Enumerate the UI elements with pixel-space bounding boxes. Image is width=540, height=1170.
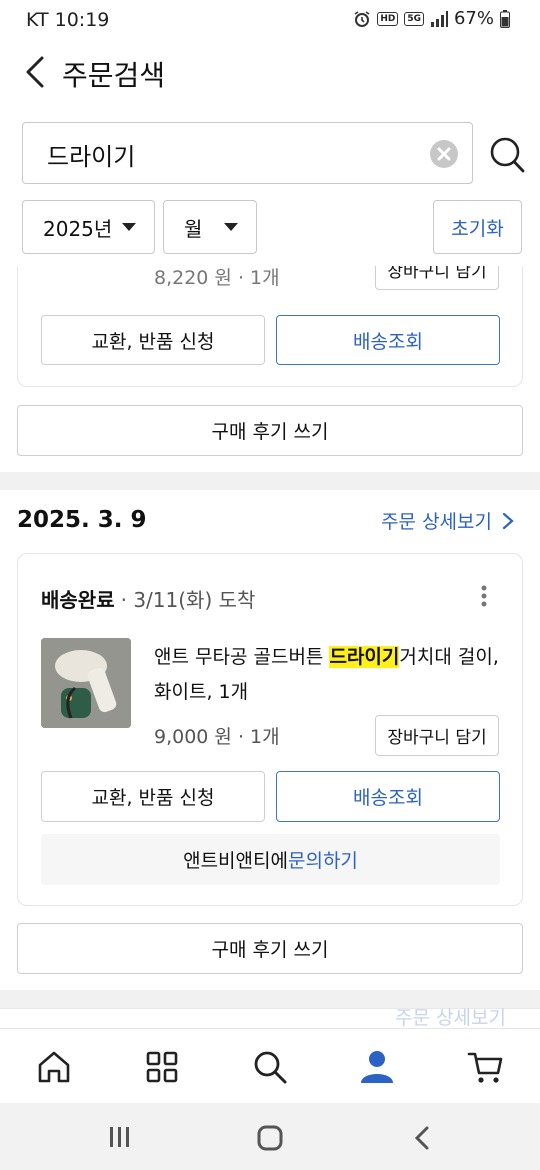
product-thumbnail[interactable] xyxy=(41,638,131,728)
battery-percent: 67% xyxy=(453,8,494,29)
hd-badge: HD xyxy=(377,11,399,26)
arrival-date: · 3/11(화) 도착 xyxy=(120,588,256,612)
network-badge: 5G xyxy=(404,11,424,26)
seller-inquiry-link[interactable]: 문의하기 xyxy=(288,846,358,873)
add-to-cart-button[interactable]: 장바구니 담기 xyxy=(375,715,499,756)
clear-search-button[interactable] xyxy=(430,140,458,168)
recent-apps-icon[interactable] xyxy=(108,1125,132,1149)
order-list[interactable]: 8,220 원 · 1개 장바구니 담기 교환, 반품 신청 배송조회 구매 후… xyxy=(0,266,540,1028)
exchange-return-button[interactable]: 교환, 반품 신청 xyxy=(41,315,265,365)
track-delivery-button[interactable]: 배송조회 xyxy=(276,771,500,822)
back-arrow-icon[interactable] xyxy=(18,52,54,92)
next-order-header: 주문 상세보기 xyxy=(0,1007,540,1028)
seller-name: 앤트비앤티에 xyxy=(183,850,288,872)
category-grid-icon[interactable] xyxy=(142,1047,182,1087)
battery-icon xyxy=(500,9,510,28)
my-account-icon[interactable] xyxy=(357,1047,397,1087)
home-button-icon[interactable] xyxy=(257,1125,283,1151)
dropdown-caret-icon xyxy=(224,223,238,231)
next-order-detail-link[interactable]: 주문 상세보기 xyxy=(395,1003,506,1028)
chevron-right-icon xyxy=(502,512,514,529)
search-icon[interactable] xyxy=(488,134,526,174)
status-bar: KT 10:19 HD 5G 67% xyxy=(0,0,540,40)
status-carrier-time: KT 10:19 xyxy=(26,9,110,31)
write-review-button[interactable]: 구매 후기 쓰기 xyxy=(17,923,523,974)
search-input[interactable]: 드라이기 xyxy=(22,122,473,184)
more-options-icon[interactable] xyxy=(480,584,488,608)
year-select-value: 2025년 xyxy=(43,216,113,241)
product-image xyxy=(41,638,131,728)
exchange-return-button[interactable]: 교환, 반품 신청 xyxy=(41,771,265,822)
system-nav-bar xyxy=(0,1103,540,1170)
delivery-status: 배송완료 xyxy=(41,588,115,612)
reset-button[interactable]: 초기화 xyxy=(433,200,522,254)
search-query[interactable]: 드라이기 xyxy=(47,137,135,172)
order-card-previous: 8,220 원 · 1개 장바구니 담기 교환, 반품 신청 배송조회 xyxy=(17,266,523,387)
product-name-suffix: 거치대 걸이, xyxy=(399,646,499,668)
product-price-qty: 9,000 원 · 1개 xyxy=(154,726,280,748)
alarm-icon xyxy=(354,10,370,27)
product-name[interactable]: 앤트 무타공 골드버튼 드라이기거치대 걸이, 화이트, 1개 xyxy=(154,640,509,710)
cart-icon[interactable] xyxy=(466,1047,506,1087)
write-review-button[interactable]: 구매 후기 쓰기 xyxy=(17,405,523,456)
product-name-highlight: 드라이기 xyxy=(329,646,400,668)
delivery-status-row: 배송완료 · 3/11(화) 도착 xyxy=(41,584,255,613)
month-select[interactable]: 월 xyxy=(163,200,257,254)
home-icon[interactable] xyxy=(34,1047,74,1087)
status-icons: HD 5G 67% xyxy=(353,8,510,29)
bottom-nav xyxy=(0,1028,540,1103)
product-price-qty: 8,220 원 · 1개 xyxy=(154,267,280,289)
dropdown-caret-icon xyxy=(122,223,136,231)
order-detail-link[interactable]: 주문 상세보기 xyxy=(381,507,514,534)
signal-icon xyxy=(430,10,448,27)
add-to-cart-button[interactable]: 장바구니 담기 xyxy=(375,266,499,290)
month-select-value: 월 xyxy=(184,216,203,241)
seller-inquiry-row: 앤트비앤티에 문의하기 xyxy=(41,834,500,885)
product-name-prefix: 앤트 무타공 골드버튼 xyxy=(154,646,330,668)
order-card: 배송완료 · 3/11(화) 도착 앤트 무타공 골드버튼 드라이기거치대 걸이… xyxy=(17,553,523,906)
page-title: 주문검색 xyxy=(62,59,166,92)
track-delivery-button[interactable]: 배송조회 xyxy=(276,315,500,365)
close-icon xyxy=(437,147,451,161)
section-divider xyxy=(0,472,540,490)
product-name-line2: 화이트, 1개 xyxy=(154,681,249,703)
year-select[interactable]: 2025년 xyxy=(22,200,155,254)
order-date: 2025. 3. 9 xyxy=(17,507,147,533)
back-button-icon[interactable] xyxy=(413,1125,431,1151)
order-detail-link-label: 주문 상세보기 xyxy=(381,511,492,533)
search-icon[interactable] xyxy=(250,1047,290,1087)
